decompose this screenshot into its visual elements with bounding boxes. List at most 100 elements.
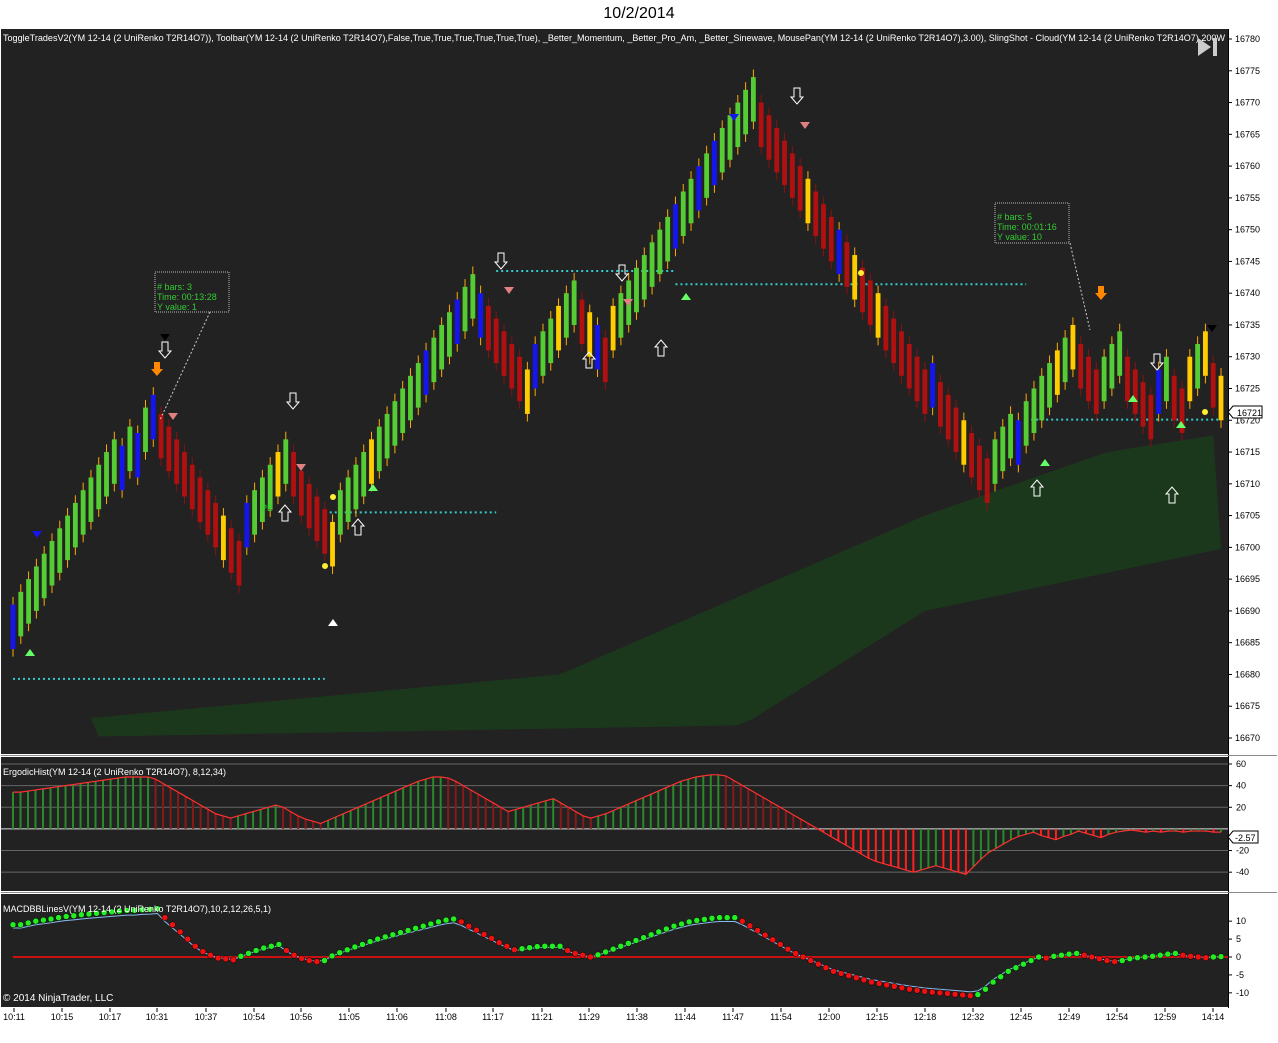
macd-dot (161, 914, 169, 921)
macd-dot (701, 916, 708, 923)
macd-dot (891, 983, 898, 990)
time-tick-label: 11:08 (435, 1012, 457, 1022)
renko-bar (415, 363, 421, 408)
macd-dot (898, 984, 906, 992)
renko-bar (353, 464, 359, 510)
macd-dot (374, 935, 381, 943)
macd-dot (1172, 950, 1179, 957)
renko-bar (423, 350, 429, 395)
macd-dot (1164, 950, 1172, 958)
renko-bar (704, 153, 710, 198)
macd-dot (731, 914, 739, 921)
time-tick-label: 12:32 (962, 1012, 985, 1022)
renko-bar (634, 267, 639, 313)
renko-bar (384, 413, 390, 459)
copyright: © 2014 NinjaTrader, LLC (3, 993, 113, 1004)
macd-dot (382, 933, 389, 941)
macd-dot (609, 945, 617, 953)
renko-bar (938, 382, 943, 427)
time-tick-label: 11:44 (674, 1012, 696, 1022)
price-tick-label: 16705 (1235, 511, 1260, 521)
macd-dot (412, 925, 419, 932)
renko-bar (104, 452, 109, 497)
renko-bar (376, 426, 382, 472)
renko-bar (314, 496, 320, 542)
renko-bar (743, 89, 749, 135)
macd-dot (176, 928, 184, 936)
renko-bar (127, 426, 133, 472)
renko-bar (1164, 356, 1169, 402)
price-chart[interactable]: 16780 16775 16770 16765 16760 16755 16750 16745… (0, 0, 1278, 1043)
renko-bar (665, 216, 671, 262)
price-tick-label: 16715 (1235, 447, 1260, 457)
renko-bar (961, 420, 967, 465)
macd-dot (237, 953, 245, 960)
renko-bar (758, 102, 764, 148)
renko-bar (478, 293, 484, 338)
macd-tick-label: 5 (1236, 934, 1241, 944)
renko-bar (1054, 350, 1060, 395)
renko-bar (1000, 426, 1006, 472)
renko-bar (992, 439, 998, 484)
macd-dot (290, 951, 298, 959)
ergodic-tick-label: 40 (1236, 781, 1246, 791)
renko-bar (548, 318, 554, 364)
macd-dot (921, 988, 928, 995)
renko-bar (844, 242, 850, 287)
macd-dot (1096, 955, 1103, 963)
price-tick-label: 16750 (1235, 225, 1260, 235)
macd-dot (480, 931, 488, 938)
renko-bar (750, 77, 756, 122)
renko-bar (587, 312, 593, 357)
renko-bar (1086, 356, 1091, 402)
renko-bar (688, 178, 694, 224)
macd-dot (344, 946, 351, 954)
macd-dot (1035, 953, 1042, 961)
renko-bar (517, 356, 522, 402)
macd-dot (746, 922, 754, 930)
macd-dot (663, 925, 670, 933)
renko-bar (1187, 356, 1193, 402)
macd-dot (822, 964, 830, 971)
macd-dot (17, 921, 24, 928)
price-tick-label: 16780 (1235, 34, 1260, 44)
renko-bar (774, 127, 780, 173)
macd-dot (260, 944, 267, 952)
macd-dot (769, 936, 776, 944)
renko-bar (782, 140, 787, 186)
renko-bar (439, 324, 445, 370)
macd-dot (1126, 955, 1134, 963)
macd-dot (906, 986, 913, 993)
macd-panel-label: MACDBBLinesV(YM 12-14 (2 UniRenko T2R14O… (3, 904, 271, 914)
macd-dot (1073, 950, 1080, 957)
renko-bar (88, 477, 94, 522)
macd-dot (1217, 953, 1225, 960)
macd-dot (427, 920, 435, 928)
renko-bar (1023, 401, 1029, 446)
macd-dot (511, 946, 518, 954)
macd-dot (298, 955, 305, 962)
renko-bar (805, 178, 811, 224)
renko-bar (828, 216, 834, 262)
renko-bar (899, 331, 904, 376)
macd-dot (845, 972, 852, 979)
renko-bar (1140, 382, 1146, 427)
price-tick-label: 16765 (1235, 129, 1260, 139)
macd-dot (670, 922, 678, 930)
price-tick-label: 16675 (1235, 701, 1260, 711)
ergodic-tick-label: -20 (1236, 846, 1249, 856)
renko-bar (735, 102, 741, 148)
renko-bar (182, 452, 187, 497)
time-tick-label: 12:45 (1010, 1012, 1033, 1022)
renko-bar (259, 477, 265, 522)
renko-bar (392, 401, 398, 446)
price-panel-label: ToggleTradesV2(YM 12-14 (2 UniRenko T2R1… (3, 33, 1225, 43)
macd-dot (9, 921, 17, 928)
macd-dot (1080, 951, 1088, 959)
renko-bar (236, 541, 242, 586)
renko-bar (509, 344, 515, 389)
price-tick-label: 16695 (1235, 574, 1260, 584)
macd-dot (351, 943, 359, 951)
renko-bar (80, 490, 86, 535)
renko-bar (789, 153, 795, 198)
